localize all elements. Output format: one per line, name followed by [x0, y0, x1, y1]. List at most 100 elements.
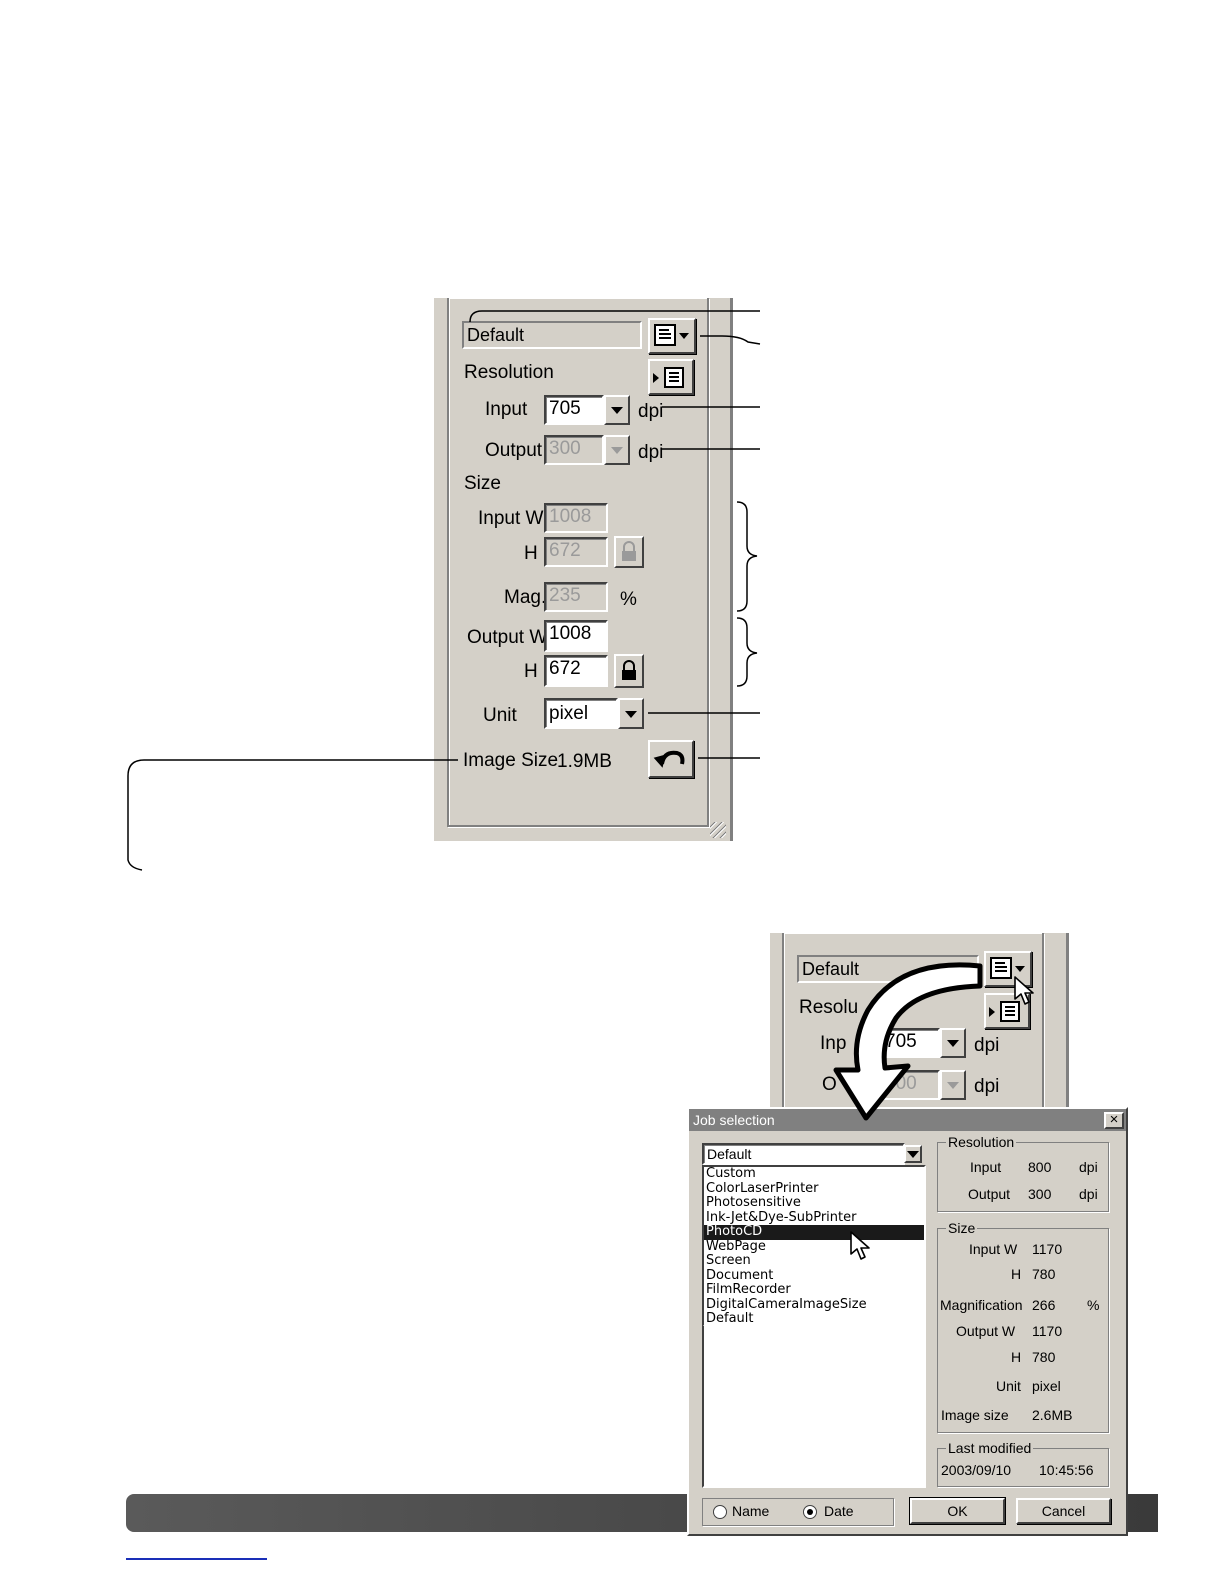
list-item[interactable]: Ink-Jet&Dye-SubPrinter — [704, 1210, 924, 1226]
res-output-dpi: dpi — [1079, 1186, 1098, 1202]
job-name-field: Default — [462, 321, 642, 349]
input-height-field: 672 — [544, 537, 608, 567]
list-item[interactable]: DigitalCameraImageSize — [704, 1297, 924, 1313]
magnification-percent: % — [1087, 1297, 1100, 1313]
list-item[interactable]: FilmRecorder — [704, 1282, 924, 1298]
output-width-label: Output W — [467, 627, 548, 648]
lock-icon — [622, 541, 636, 561]
output-width-field[interactable]: 1008 — [544, 620, 608, 652]
job-list[interactable]: Custom ColorLaserPrinter Photosensitive Ink… — [702, 1165, 926, 1327]
input-resolution-dropdown[interactable] — [604, 395, 630, 425]
output-resolution-dropdown-2 — [940, 1070, 966, 1100]
last-modified-date: 2003/09/10 — [941, 1462, 1012, 1478]
unit-value: pixel — [1032, 1378, 1061, 1394]
size-output-h-value: 780 — [1032, 1349, 1056, 1365]
magnification-value: 266 — [1032, 1297, 1056, 1313]
sort-date-label[interactable]: Date — [824, 1503, 854, 1519]
res-input-value: 800 — [1028, 1159, 1052, 1175]
output-resolution-label: Output — [485, 440, 543, 461]
input-resolution-label: Input — [485, 399, 528, 420]
res-output-label: Output — [968, 1186, 1011, 1202]
list-item[interactable]: Default — [704, 1311, 924, 1327]
cancel-button[interactable]: Cancel — [1016, 1498, 1111, 1524]
resolution-label: Resolution — [464, 362, 554, 383]
size-output-h-label: H — [1011, 1349, 1022, 1365]
list-item[interactable]: Photosensitive — [704, 1195, 924, 1211]
output-resolution-field-2: 300 — [880, 1070, 940, 1100]
job-combo-dropdown[interactable] — [904, 1145, 922, 1163]
unit-field[interactable]: pixel — [544, 698, 618, 729]
magnification-field: 235 — [544, 582, 608, 612]
job-combo-field[interactable]: Default — [702, 1143, 905, 1165]
image-size-label: Image Size — [463, 750, 559, 771]
size-input-h-value: 780 — [1032, 1266, 1056, 1282]
output-resolution-label-2: O — [822, 1074, 837, 1095]
input-lock-button — [614, 536, 644, 568]
close-icon: × — [1109, 1111, 1119, 1128]
input-resolution-label-2: Inp — [820, 1033, 847, 1054]
lock-icon — [622, 660, 636, 680]
list-item[interactable]: PhotoCD — [704, 1224, 924, 1240]
input-resolution-dropdown-2[interactable] — [940, 1028, 966, 1058]
sort-name-radio[interactable] — [713, 1505, 727, 1519]
list-item[interactable]: Document — [704, 1268, 924, 1284]
unit-label: Unit — [996, 1378, 1021, 1394]
resize-grip[interactable] — [710, 822, 726, 838]
image-size-label: Image size — [941, 1407, 1009, 1423]
job-selection-dialog: Job selection × Default Custom ColorLaser… — [687, 1107, 1128, 1536]
last-modified-group: Last modified 2003/09/10 10:45:56 — [937, 1440, 1109, 1487]
image-size-value: 1.9MB — [557, 751, 612, 772]
image-size-value: 2.6MB — [1032, 1407, 1073, 1423]
mouse-pointer-icon — [850, 1231, 870, 1260]
size-input-h-label: H — [1011, 1266, 1022, 1282]
list-item[interactable]: Screen — [704, 1253, 924, 1269]
magnification-percent: % — [620, 589, 637, 610]
output-lock-button[interactable] — [614, 654, 644, 688]
last-modified-label: Last modified — [946, 1440, 1034, 1456]
size-group-label: Size — [946, 1220, 978, 1236]
reset-arrow-icon — [653, 750, 685, 768]
sort-group: Name Date — [702, 1498, 894, 1526]
magnification-label: Magnification — [940, 1297, 1023, 1313]
magnification-label: Mag. — [504, 587, 547, 608]
input-resolution-field-2[interactable]: 705 — [880, 1028, 940, 1058]
res-input-dpi: dpi — [1079, 1159, 1098, 1175]
resolution-label-2: Resolu — [799, 997, 859, 1018]
mouse-pointer-icon — [1014, 976, 1034, 1005]
output-height-field[interactable]: 672 — [544, 655, 608, 687]
size-output-w-value: 1170 — [1032, 1323, 1063, 1339]
save-job-button[interactable] — [648, 359, 694, 395]
sort-name-label[interactable]: Name — [732, 1503, 769, 1519]
job-selection-button[interactable] — [648, 318, 696, 354]
resolution-group: Resolution Input 800 dpi Output 300 dpi — [937, 1134, 1109, 1212]
job-menu-icon — [654, 324, 689, 346]
dialog-close-button[interactable]: × — [1104, 1112, 1124, 1129]
job-list-empty-area — [702, 1326, 926, 1488]
size-group: Size Input W 1170 H 780 Magnification 26… — [937, 1220, 1109, 1433]
reset-button[interactable] — [648, 740, 694, 778]
list-item[interactable]: Custom — [704, 1166, 924, 1182]
dialog-title: Job selection — [693, 1112, 775, 1128]
output-dpi-unit-2: dpi — [974, 1076, 1000, 1097]
input-resolution-field[interactable]: 705 — [544, 395, 604, 425]
input-width-label: Input W — [478, 508, 544, 529]
list-item[interactable]: ColorLaserPrinter — [704, 1181, 924, 1197]
ok-button[interactable]: OK — [910, 1498, 1005, 1524]
unit-label: Unit — [483, 705, 517, 726]
output-height-label: H — [524, 661, 538, 682]
size-input-w-label: Input W — [969, 1241, 1018, 1257]
output-resolution-dropdown — [604, 435, 630, 465]
footer-link-line — [126, 1558, 267, 1560]
unit-dropdown[interactable] — [618, 698, 644, 729]
input-width-field: 1008 — [544, 503, 608, 533]
ok-button-label: OK — [947, 1503, 968, 1519]
res-input-label: Input — [970, 1159, 1002, 1175]
size-label: Size — [464, 473, 501, 494]
list-item[interactable]: WebPage — [704, 1239, 924, 1255]
dialog-title-bar[interactable]: Job selection — [689, 1109, 1126, 1131]
size-output-w-label: Output W — [956, 1323, 1016, 1339]
res-output-value: 300 — [1028, 1186, 1052, 1202]
resolution-group-label: Resolution — [946, 1134, 1017, 1150]
job-name-field-2: Default — [797, 955, 979, 983]
sort-date-radio[interactable] — [803, 1505, 817, 1519]
